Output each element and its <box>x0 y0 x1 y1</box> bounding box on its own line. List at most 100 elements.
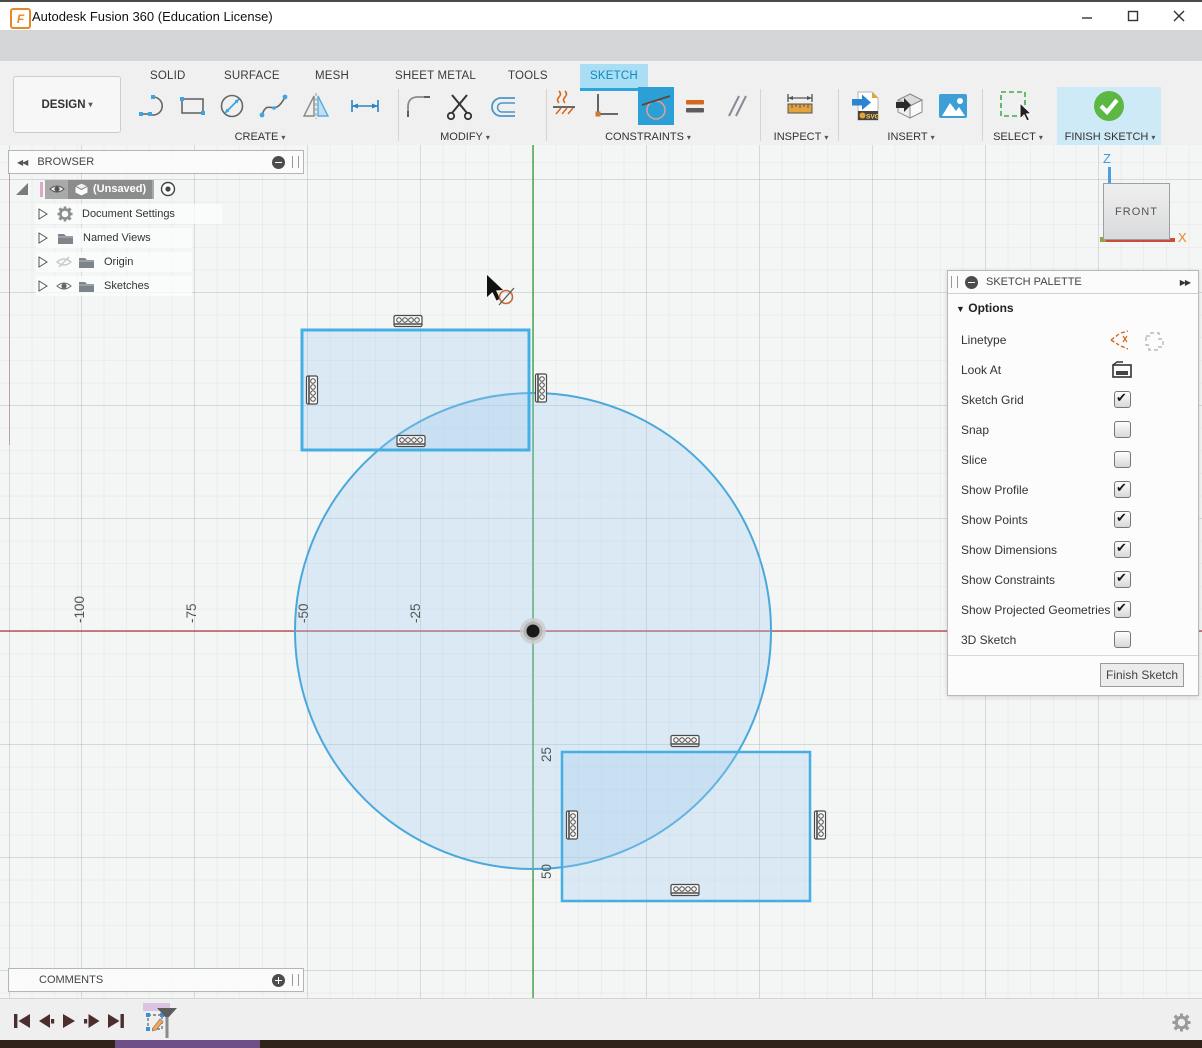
expand-collapsed-icon[interactable] <box>36 279 50 293</box>
timeline-settings-button[interactable] <box>1170 1011 1192 1033</box>
snap-checkbox[interactable] <box>1114 421 1131 438</box>
insert-canvas-button[interactable] <box>936 89 970 123</box>
finish-sketch-check-icon <box>1092 89 1126 123</box>
visibility-eye-icon[interactable] <box>49 182 65 196</box>
vertical-constraint-icon[interactable] <box>536 374 547 402</box>
insert-mesh-button[interactable] <box>893 89 927 123</box>
sketch-rectangle-lower[interactable] <box>562 752 810 901</box>
fillet-tool-button[interactable] <box>402 89 436 123</box>
measure-tool-button[interactable] <box>783 89 817 123</box>
constraints-group-dropdown[interactable]: CONSTRAINTS▾ <box>605 131 691 143</box>
browser-drag-grip[interactable] <box>292 156 299 168</box>
select-group-dropdown[interactable]: SELECT▾ <box>993 131 1043 143</box>
tangent-constraint-button-active[interactable] <box>638 87 674 125</box>
timeline-step-forward-button[interactable] <box>81 1011 103 1031</box>
show-profile-checkbox[interactable] <box>1114 481 1131 498</box>
finish-sketch-button[interactable] <box>1092 89 1126 123</box>
horizontal-constraint-icon[interactable] <box>671 885 699 896</box>
insert-svg-button[interactable]: SVG <box>849 89 883 123</box>
sketch-rectangle-upper[interactable] <box>302 330 529 450</box>
equal-constraint-button[interactable] <box>678 89 712 123</box>
browser-item-document-settings[interactable]: Document Settings <box>36 204 222 224</box>
timeline-go-to-end-button[interactable] <box>105 1011 127 1031</box>
offset-tool-button[interactable] <box>486 89 520 123</box>
comments-bar[interactable]: COMMENTS <box>8 968 304 992</box>
trim-tool-button[interactable] <box>443 89 477 123</box>
sketch-grid-checkbox[interactable] <box>1114 391 1131 408</box>
expand-collapsed-icon[interactable] <box>36 255 50 269</box>
timeline-position-marker[interactable] <box>156 1007 178 1039</box>
close-button[interactable] <box>1156 2 1202 30</box>
horizontal-constraint-icon[interactable] <box>671 736 699 747</box>
sketch-palette-header[interactable]: SKETCH PALETTE ▶▶ <box>948 271 1198 294</box>
mirror-tool-button[interactable] <box>300 89 334 123</box>
browser-item-named-views[interactable]: Named Views <box>36 228 192 248</box>
finish-sketch-group-dropdown[interactable]: FINISH SKETCH▾ <box>1065 131 1156 143</box>
sketch-canvas[interactable]: -100 -75 -50 -25 25 50 FRONT Z X ◀◀ BROW… <box>0 145 1202 998</box>
palette-row-show-constraints: Show Constraints <box>948 565 1198 595</box>
vertical-constraint-icon[interactable] <box>567 811 578 839</box>
activate-radio-icon[interactable] <box>160 181 176 197</box>
fix-constraint-button[interactable] <box>549 89 579 123</box>
timeline-step-back-button[interactable] <box>35 1011 57 1031</box>
timeline-play-button[interactable] <box>58 1011 80 1031</box>
add-comment-icon[interactable] <box>272 974 285 987</box>
browser-item-origin[interactable]: Origin <box>36 252 192 272</box>
browser-collapse-icon[interactable] <box>272 156 285 169</box>
browser-item-sketches[interactable]: Sketches <box>36 276 192 296</box>
expand-right-icon[interactable]: ▶▶ <box>1180 278 1190 287</box>
3d-sketch-checkbox[interactable] <box>1114 631 1131 648</box>
timeline-go-to-start-button[interactable] <box>11 1011 33 1031</box>
show-projected-geometries-checkbox[interactable] <box>1114 601 1131 618</box>
options-section-header[interactable]: ▼ Options <box>956 301 1014 315</box>
tab-surface[interactable]: SURFACE <box>214 64 290 88</box>
tab-sheet-metal[interactable]: SHEET METAL <box>385 64 486 88</box>
horizontal-constraint-icon[interactable] <box>397 436 425 447</box>
palette-drag-grip[interactable] <box>951 276 958 288</box>
construction-linetype-icon[interactable] <box>1141 328 1165 352</box>
finish-sketch-palette-button[interactable]: Finish Sketch <box>1100 663 1184 687</box>
inspect-group-dropdown[interactable]: INSPECT▾ <box>774 131 829 143</box>
visibility-off-eye-icon[interactable] <box>56 255 72 269</box>
browser-panel-header[interactable]: ◀◀ BROWSER <box>8 150 304 174</box>
vertical-constraint-icon[interactable] <box>307 376 318 404</box>
select-tool-button[interactable] <box>998 89 1032 123</box>
sketch-dimension-button[interactable] <box>348 89 382 123</box>
expand-open-icon[interactable] <box>14 181 30 197</box>
workspace-switcher-design[interactable]: DESIGN ▾ <box>13 76 121 133</box>
create-group-dropdown[interactable]: CREATE▾ <box>235 131 286 143</box>
expand-collapsed-icon[interactable] <box>36 207 50 221</box>
tab-tools[interactable]: TOOLS <box>498 64 558 88</box>
browser-root-row[interactable]: (Unsaved) <box>14 179 222 199</box>
line-tool-button[interactable] <box>136 89 170 123</box>
spline-tool-button[interactable] <box>257 89 291 123</box>
show-points-checkbox[interactable] <box>1114 511 1131 528</box>
comments-drag-grip[interactable] <box>292 974 299 986</box>
slice-checkbox[interactable] <box>1114 451 1131 468</box>
maximize-button[interactable] <box>1110 2 1156 30</box>
parallel-constraint-button[interactable] <box>718 89 752 123</box>
insert-group-dropdown[interactable]: INSERT▾ <box>887 131 934 143</box>
vertical-constraint-icon[interactable] <box>815 811 826 839</box>
show-dimensions-checkbox[interactable] <box>1114 541 1131 558</box>
look-at-icon[interactable] <box>1111 359 1133 381</box>
collapse-left-icon[interactable]: ◀◀ <box>17 158 27 167</box>
fusion-logo-icon: F <box>10 8 31 29</box>
visibility-eye-icon[interactable] <box>56 279 72 293</box>
chevron-down-icon: ▾ <box>1151 133 1155 142</box>
horizontal-vertical-constraint-button[interactable] <box>588 89 622 123</box>
expand-collapsed-icon[interactable] <box>36 231 50 245</box>
centerline-linetype-icon[interactable] <box>1108 328 1132 352</box>
palette-collapse-icon[interactable] <box>965 276 978 289</box>
modify-group-dropdown[interactable]: MODIFY▾ <box>440 131 490 143</box>
horizontal-constraint-icon[interactable] <box>394 316 422 327</box>
viewcube-front-face[interactable]: FRONT <box>1103 183 1170 240</box>
rectangle-tool-button[interactable] <box>176 89 210 123</box>
show-constraints-checkbox[interactable] <box>1114 571 1131 588</box>
circle-tool-button[interactable] <box>215 89 249 123</box>
minimize-button[interactable] <box>1064 2 1110 30</box>
tab-mesh[interactable]: MESH <box>305 64 359 88</box>
x-axis-tick-label: -50 <box>296 603 311 623</box>
tab-solid[interactable]: SOLID <box>140 64 196 88</box>
origin-point[interactable] <box>520 618 546 644</box>
